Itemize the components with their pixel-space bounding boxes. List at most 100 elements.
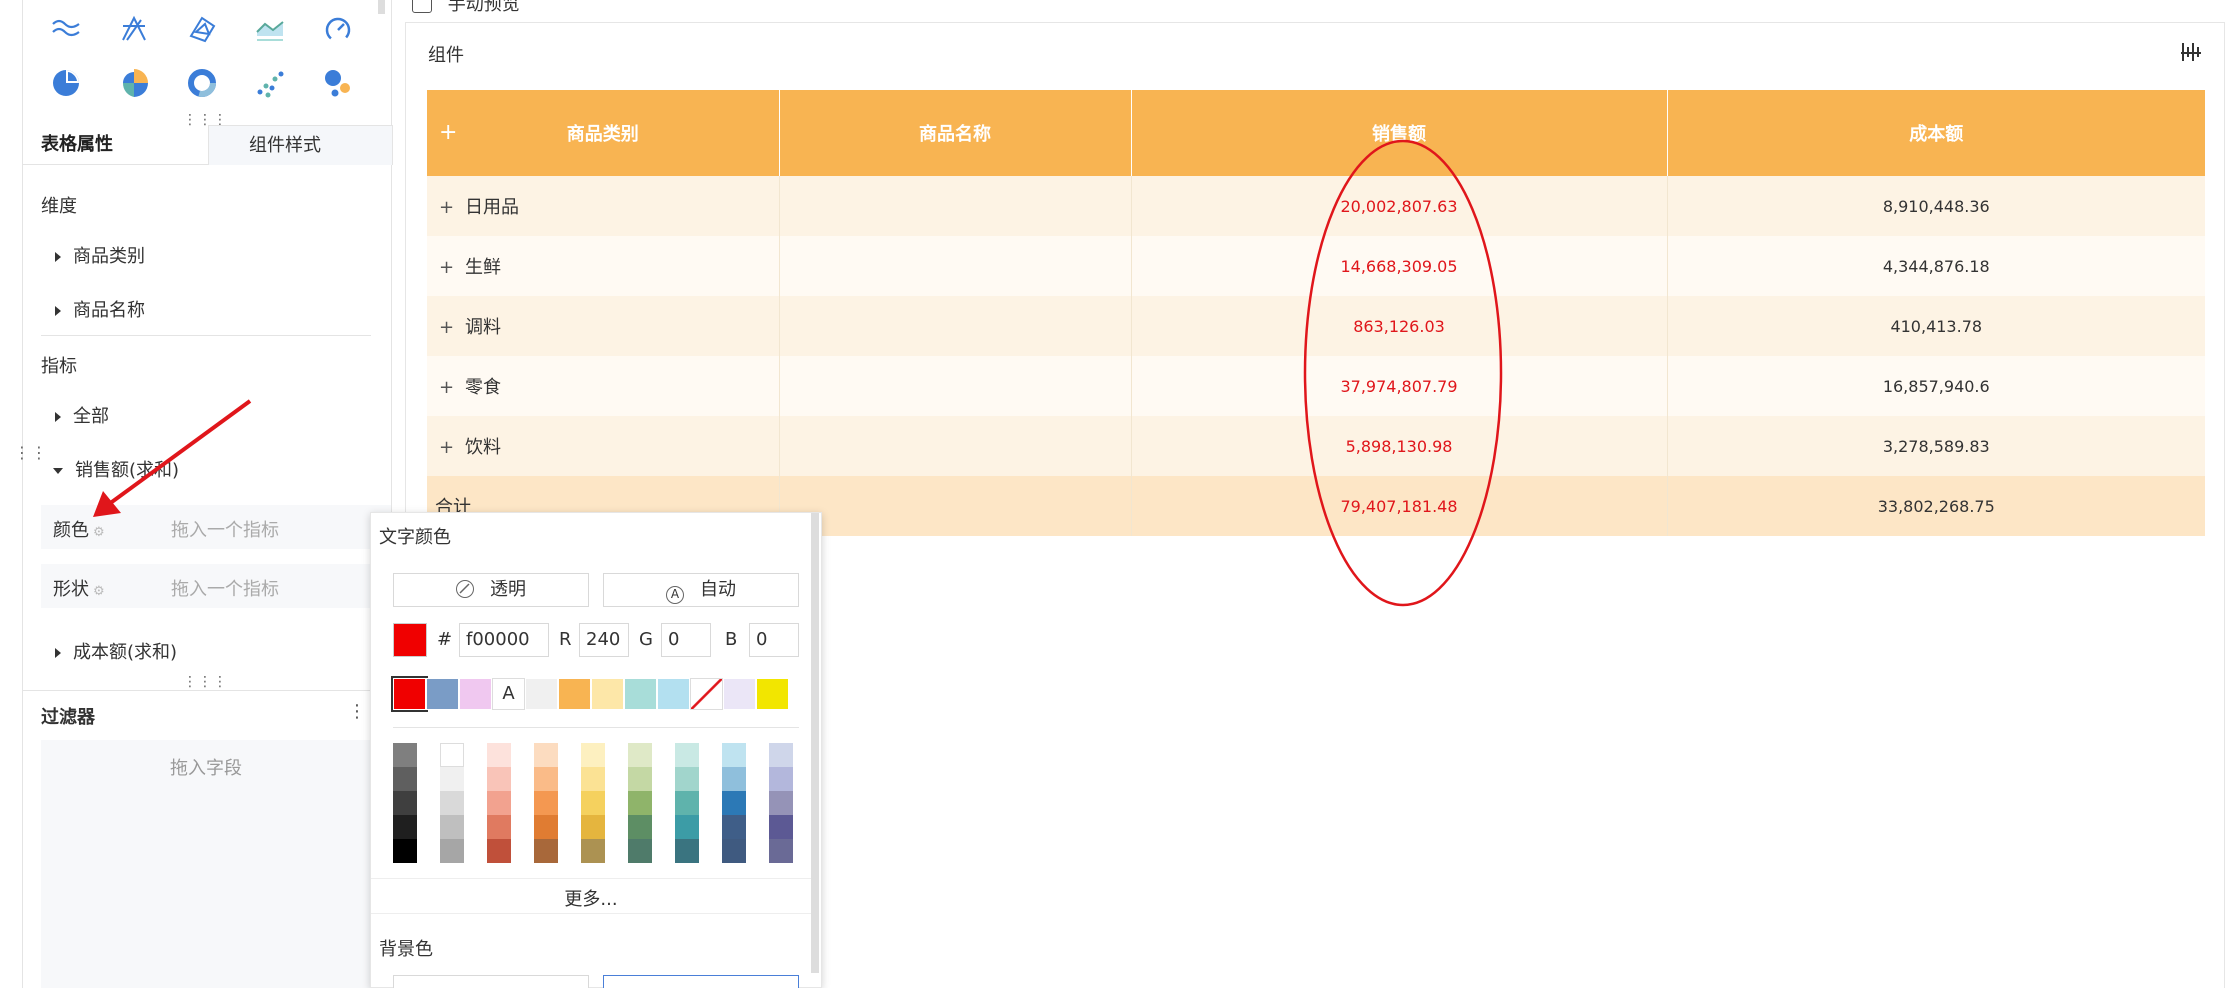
palette-swatch[interactable] (487, 791, 511, 815)
chart-settings-icon[interactable] (2180, 41, 2202, 63)
palette-swatch[interactable] (393, 815, 417, 839)
expand-all-icon[interactable]: + (439, 120, 457, 145)
category-cell[interactable]: + 日用品 (427, 176, 780, 236)
palette-swatch[interactable] (440, 767, 464, 791)
palette-swatch[interactable] (722, 839, 746, 863)
radar-icon[interactable] (119, 14, 149, 44)
palette-swatch[interactable] (534, 767, 558, 791)
color-swatch[interactable] (391, 676, 428, 712)
color-swatch[interactable] (525, 678, 558, 710)
palette-swatch[interactable] (534, 743, 558, 767)
palette-swatch[interactable] (534, 815, 558, 839)
more-colors-link[interactable]: 更多... (371, 885, 811, 911)
palette-swatch[interactable] (393, 743, 417, 767)
palette-swatch[interactable] (628, 743, 652, 767)
category-cell[interactable]: + 饮料 (427, 416, 780, 476)
auto-button[interactable]: A 自动 (603, 573, 799, 607)
palette-swatch[interactable] (769, 743, 793, 767)
category-cell[interactable]: + 零食 (427, 356, 780, 416)
palette-swatch[interactable] (581, 791, 605, 815)
transparent-button[interactable]: 透明 (393, 573, 589, 607)
tab-component-style[interactable]: 组件样式 (208, 125, 393, 165)
r-input[interactable]: 240 (579, 623, 629, 657)
color-swatch[interactable] (657, 678, 690, 710)
gear-icon[interactable]: ⚙ (93, 584, 105, 599)
header-product-name[interactable]: 商品名称 (779, 90, 1132, 176)
palette-swatch[interactable] (581, 767, 605, 791)
palette-swatch[interactable] (675, 743, 699, 767)
gauge-icon[interactable] (323, 14, 353, 44)
palette-swatch[interactable] (534, 791, 558, 815)
expand-icon[interactable]: + (439, 317, 454, 338)
g-input[interactable]: 0 (661, 623, 711, 657)
expand-icon[interactable]: + (439, 437, 454, 458)
category-cell[interactable]: + 生鲜 (427, 236, 780, 296)
palette-swatch[interactable] (722, 743, 746, 767)
palette-swatch[interactable] (769, 839, 793, 863)
palette-swatch[interactable] (487, 743, 511, 767)
filter-drop-zone[interactable]: 拖入字段 (41, 740, 393, 988)
palette-swatch[interactable] (440, 791, 464, 815)
color-swatch[interactable] (459, 678, 492, 710)
palette-swatch[interactable] (675, 815, 699, 839)
more-vertical-icon[interactable]: ⋮ (348, 701, 366, 722)
bg-auto-button[interactable] (603, 975, 799, 988)
area-chart-icon[interactable] (255, 14, 285, 44)
scatter-icon[interactable] (255, 68, 285, 98)
resize-handle-icon[interactable]: ⋮⋮⋮ (183, 113, 228, 127)
palette-swatch[interactable] (769, 791, 793, 815)
palette-swatch[interactable] (628, 767, 652, 791)
palette-swatch[interactable] (393, 767, 417, 791)
bubble-icon[interactable] (323, 68, 353, 98)
dimension-item[interactable]: 商品类别 (55, 242, 145, 268)
color-swatch[interactable] (756, 678, 789, 710)
pie-icon[interactable] (51, 68, 81, 98)
resize-handle-icon[interactable]: ⋮⋮⋮ (183, 675, 228, 689)
palette-swatch[interactable] (675, 791, 699, 815)
hex-input[interactable]: f00000 (459, 623, 549, 657)
palette-swatch[interactable] (628, 815, 652, 839)
text-swatch[interactable]: A (492, 678, 525, 710)
palette-swatch[interactable] (581, 839, 605, 863)
metric-item[interactable]: 成本额(求和) (55, 638, 177, 664)
rose-pie-icon[interactable] (119, 68, 149, 98)
palette-swatch[interactable] (534, 839, 558, 863)
no-color-swatch[interactable] (690, 678, 723, 710)
gear-icon[interactable]: ⚙ (93, 525, 105, 540)
category-cell[interactable]: + 调料 (427, 296, 780, 356)
palette-swatch[interactable] (440, 815, 464, 839)
manual-preview-checkbox[interactable] (412, 0, 432, 13)
color-swatch[interactable] (723, 678, 756, 710)
palette-swatch[interactable] (722, 767, 746, 791)
dimension-item[interactable]: 商品名称 (55, 296, 145, 322)
drag-handle-icon[interactable]: ⋮⋮ (14, 445, 48, 461)
tab-table-properties[interactable]: 表格属性 (41, 125, 113, 165)
palette-swatch[interactable] (675, 767, 699, 791)
polar-icon[interactable] (187, 14, 217, 44)
palette-swatch[interactable] (440, 839, 464, 863)
palette-swatch[interactable] (393, 791, 417, 815)
color-swatch[interactable] (591, 678, 624, 710)
color-swatch[interactable] (624, 678, 657, 710)
palette-swatch[interactable] (487, 815, 511, 839)
popup-scrollbar[interactable] (811, 513, 819, 973)
manual-preview-checkbox-row[interactable]: 手动预览 (412, 0, 520, 15)
expand-icon[interactable]: + (439, 377, 454, 398)
header-category[interactable]: + 商品类别 (427, 90, 780, 176)
palette-swatch[interactable] (487, 839, 511, 863)
shape-drop-zone[interactable]: 形状 ⚙ 拖入一个指标 (41, 564, 391, 608)
palette-swatch[interactable] (628, 839, 652, 863)
expand-icon[interactable]: + (439, 257, 454, 278)
header-cost[interactable]: 成本额 (1667, 90, 2205, 176)
color-swatch[interactable] (426, 678, 459, 710)
palette-swatch[interactable] (722, 791, 746, 815)
expand-icon[interactable]: + (439, 197, 454, 218)
b-input[interactable]: 0 (749, 623, 799, 657)
palette-swatch[interactable] (440, 743, 464, 767)
palette-swatch[interactable] (722, 815, 746, 839)
color-swatch[interactable] (558, 678, 591, 710)
palette-swatch[interactable] (581, 743, 605, 767)
palette-swatch[interactable] (769, 815, 793, 839)
palette-swatch[interactable] (628, 791, 652, 815)
palette-swatch[interactable] (769, 767, 793, 791)
